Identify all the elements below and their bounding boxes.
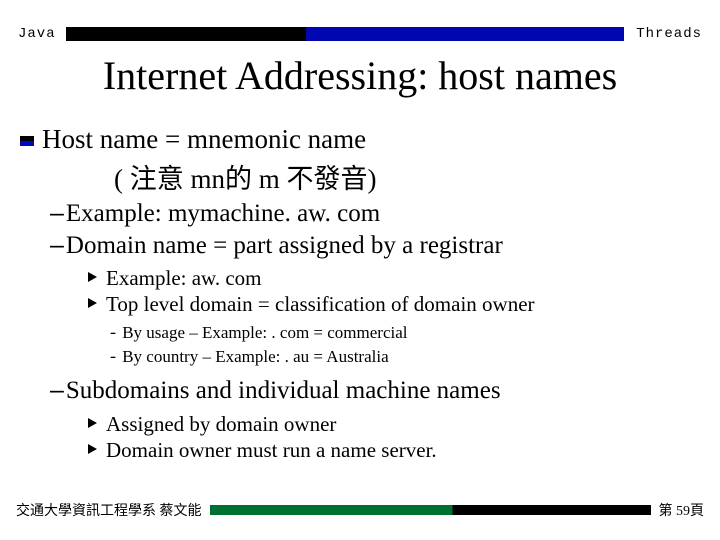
bullet-level4: -By usage – Example: . com = commercial [108, 322, 690, 347]
header-right-label: Threads [630, 26, 702, 42]
bullet-level3: Assigned by domain owner [86, 411, 690, 437]
bullet-level3: Domain owner must run a name server. [86, 437, 690, 463]
bullet-text: Host name = mnemonic name [42, 124, 366, 154]
dash-icon: - [108, 349, 118, 368]
header-bar [66, 27, 624, 41]
bullet-text: By usage – Example: . com = commercial [122, 323, 407, 342]
bullet-level3: Top level domain = classification of dom… [86, 291, 690, 317]
bullet-text: ( 注意 mn的 m 不發音) [114, 164, 377, 194]
footer-bar [210, 505, 651, 515]
bullet-text: Assigned by domain owner [106, 412, 336, 436]
footer-left-label: 交通大學資訊工程學系 蔡文能 [16, 500, 202, 520]
slide: Java Threads Internet Addressing: host n… [0, 0, 720, 540]
bullet-text: Subdomains and individual machine names [66, 377, 501, 404]
bullet-text: By country – Example: . au = Australia [122, 347, 388, 366]
footer-band: 交通大學資訊工程學系 蔡文能 第 59頁 [16, 500, 704, 520]
bullet-level2: –Subdomains and individual machine names [50, 375, 690, 407]
header-band: Java Threads [18, 24, 702, 44]
level3-group: Example: aw. com Top level domain = clas… [86, 265, 690, 318]
bullet-text: Top level domain = classification of dom… [106, 292, 535, 316]
bullet-level1: Host name = mnemonic name [20, 124, 690, 155]
dash-icon: – [50, 199, 64, 227]
level4-group: -By usage – Example: . com = commercial … [108, 322, 690, 372]
bullet-text: Domain name = part assigned by a registr… [66, 232, 503, 259]
level3-group: Assigned by domain owner Domain owner mu… [86, 411, 690, 464]
bullet-text: Domain owner must run a name server. [106, 438, 437, 462]
dash-icon: – [50, 231, 64, 259]
bullet-level3: Example: aw. com [86, 265, 690, 291]
slide-title: Internet Addressing: host names [0, 52, 720, 99]
header-left-label: Java [18, 26, 60, 42]
bullet-level1-cont: ( 注意 mn的 m 不發音) [20, 157, 690, 196]
dash-icon: - [108, 325, 118, 344]
bullet-level2: –Example: mymachine. aw. com [50, 198, 690, 230]
dash-icon: – [50, 376, 64, 404]
bullet-level4: -By country – Example: . au = Australia [108, 346, 690, 371]
bullet-level2: –Domain name = part assigned by a regist… [50, 230, 690, 262]
slide-content: Host name = mnemonic name ( 注意 mn的 m 不發音… [42, 124, 690, 467]
footer-right-label: 第 59頁 [659, 500, 705, 520]
bullet-text: Example: aw. com [106, 266, 262, 290]
bullet-text: Example: mymachine. aw. com [66, 200, 380, 227]
